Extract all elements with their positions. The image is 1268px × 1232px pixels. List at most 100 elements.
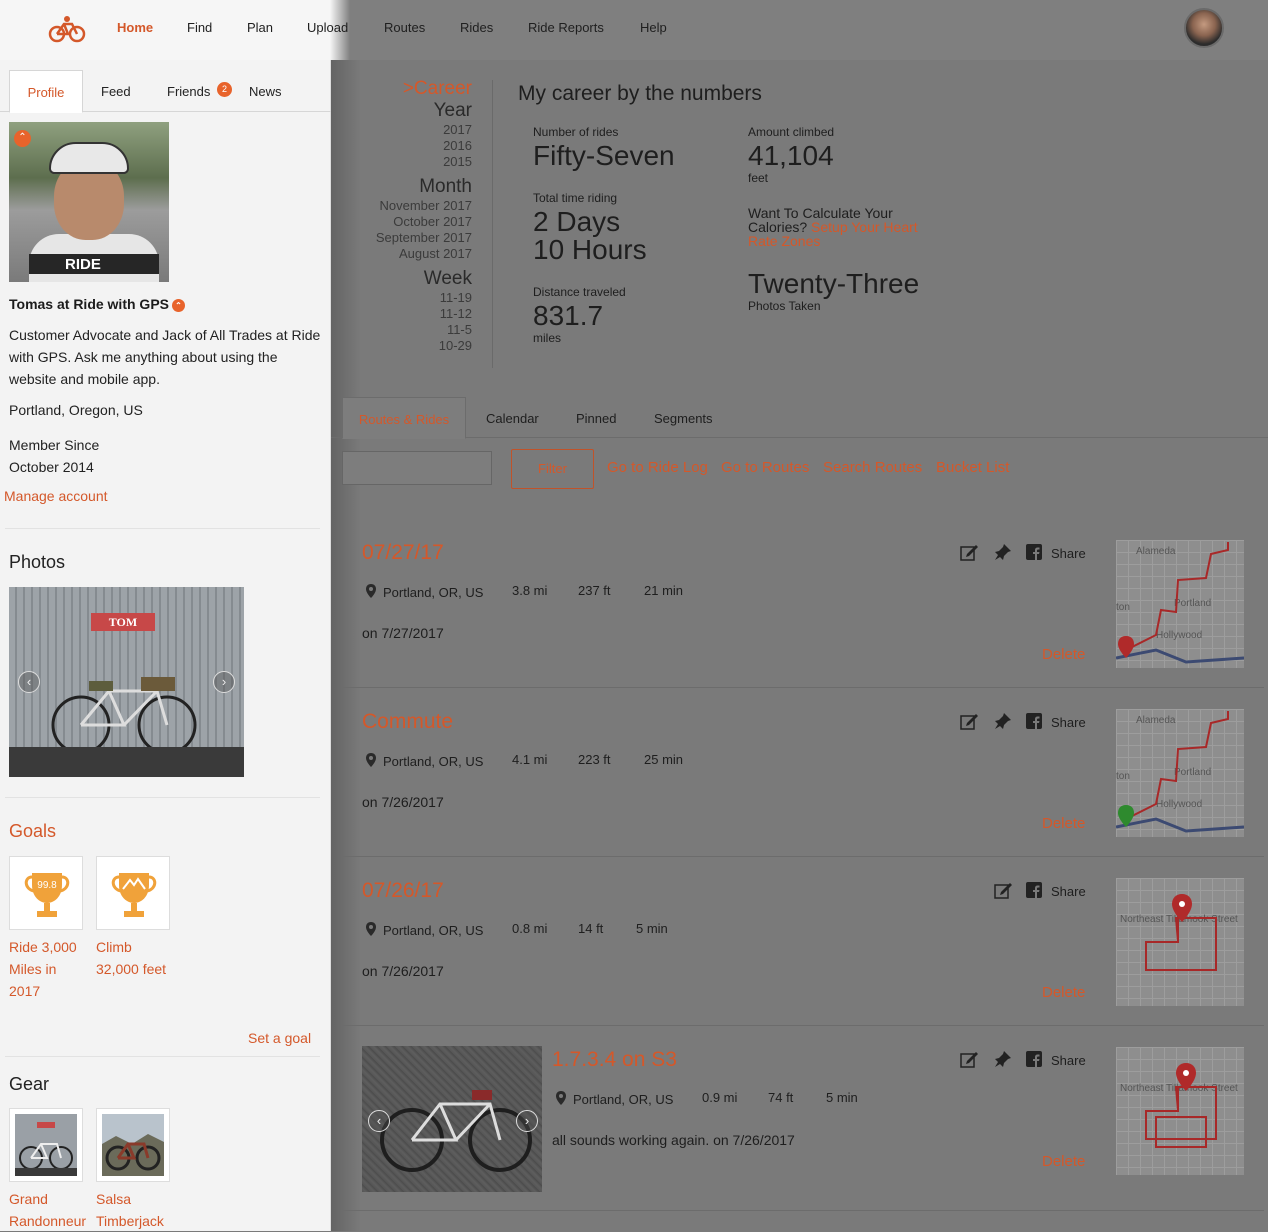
ride-title[interactable]: 07/27/17 <box>362 541 444 565</box>
search-routes-link[interactable]: Search Routes <box>823 459 922 476</box>
bicycle-photo-icon <box>380 1090 532 1172</box>
edit-icon[interactable] <box>960 1050 978 1068</box>
bucket-list-link[interactable]: Bucket List <box>936 459 1009 476</box>
photo-sign-text: TOM <box>91 613 155 631</box>
gear-salsa-timberjack-link[interactable]: Salsa Timberjack <box>96 1188 186 1232</box>
route-map-thumbnail[interactable]: Alameda Portland Hollywood ton <box>1116 540 1244 668</box>
premium-badge-icon: ⌃ <box>172 299 185 312</box>
week-item[interactable]: 10-29 <box>340 338 472 354</box>
month-item[interactable]: September 2017 <box>340 230 472 246</box>
gear-grand-randonneur-link[interactable]: Grand Randonneur <box>9 1188 99 1232</box>
week-item[interactable]: 11-5 <box>340 322 472 338</box>
week-item[interactable]: 11-12 <box>340 306 472 322</box>
mountain-bike-gear-icon <box>102 1114 164 1176</box>
nav-rides[interactable]: Rides <box>460 20 493 35</box>
ride-duration: 5 min <box>636 921 668 936</box>
facebook-icon[interactable] <box>1026 882 1044 900</box>
profile-photo[interactable]: RIDE ⌃ <box>9 122 169 282</box>
pin-icon[interactable] <box>994 712 1012 730</box>
ride-title[interactable]: 1.7.3.4 on S3 <box>552 1048 677 1072</box>
gear-card-grand-randonneur[interactable] <box>9 1108 83 1182</box>
year-item[interactable]: 2017 <box>340 122 472 138</box>
filter-input[interactable] <box>342 451 492 485</box>
climbed-value: 41,104 <box>748 140 834 171</box>
career-link[interactable]: >Career <box>340 78 472 100</box>
ride-row: ‹ › 1.7.3.4 on S3 Portland, OR, US 0.9 m… <box>342 1026 1264 1211</box>
goal-climb-link[interactable]: Climb 32,000 feet <box>96 936 176 980</box>
share-link[interactable]: Share <box>1051 884 1086 899</box>
year-item[interactable]: 2016 <box>340 138 472 154</box>
ride-location: Portland, OR, US <box>383 923 484 938</box>
tab-news[interactable]: News <box>249 70 282 112</box>
delete-link[interactable]: Delete <box>1042 984 1085 1001</box>
bicycle-logo-icon[interactable] <box>48 14 86 44</box>
ride-log-link[interactable]: Go to Ride Log <box>607 459 708 476</box>
share-link[interactable]: Share <box>1051 546 1086 561</box>
manage-account-link[interactable]: Manage account <box>4 488 108 504</box>
nav-ride-reports[interactable]: Ride Reports <box>528 20 604 35</box>
goal-card-ride[interactable]: 99.8 <box>9 856 83 930</box>
user-avatar[interactable] <box>1184 8 1224 48</box>
profile-name: Tomas at Ride with GPS ⌃ <box>9 296 185 312</box>
nav-home[interactable]: Home <box>117 20 153 35</box>
month-item[interactable]: October 2017 <box>340 214 472 230</box>
ride-title[interactable]: 07/26/17 <box>362 879 444 903</box>
photos-heading: Photos <box>9 552 66 572</box>
tab-pinned[interactable]: Pinned <box>576 411 616 426</box>
route-map-thumbnail[interactable]: Northeast Tillamook Street <box>1116 878 1244 1006</box>
share-link[interactable]: Share <box>1051 715 1086 730</box>
route-line-icon <box>1116 542 1244 664</box>
edit-icon[interactable] <box>960 543 978 561</box>
nav-find[interactable]: Find <box>187 20 212 35</box>
filter-button[interactable]: Filter <box>511 449 594 489</box>
delete-link[interactable]: Delete <box>1042 815 1085 832</box>
photo-prev-icon[interactable]: ‹ <box>368 1110 390 1132</box>
share-link[interactable]: Share <box>1051 1053 1086 1068</box>
delete-link[interactable]: Delete <box>1042 1153 1085 1170</box>
month-item[interactable]: August 2017 <box>340 246 472 262</box>
member-since-label: Member Since <box>9 437 100 453</box>
photo-prev-icon[interactable]: ‹ <box>18 671 40 693</box>
photo-next-icon[interactable]: › <box>213 671 235 693</box>
photo-next-icon[interactable]: › <box>516 1110 538 1132</box>
edit-icon[interactable] <box>994 881 1012 899</box>
tab-calendar[interactable]: Calendar <box>486 411 539 426</box>
photo-carousel[interactable]: TOM ‹ › <box>9 587 244 777</box>
gear-card-salsa-timberjack[interactable] <box>96 1108 170 1182</box>
year-item[interactable]: 2015 <box>340 154 472 170</box>
tab-feed[interactable]: Feed <box>101 70 131 112</box>
facebook-icon[interactable] <box>1026 1051 1044 1069</box>
nav-help[interactable]: Help <box>640 20 667 35</box>
week-item[interactable]: 11-19 <box>340 290 472 306</box>
distance-label: Distance traveled <box>533 285 626 299</box>
tab-segments[interactable]: Segments <box>654 411 713 426</box>
pin-icon[interactable] <box>994 1050 1012 1068</box>
ride-duration: 21 min <box>644 583 684 598</box>
ride-photo-thumbnail[interactable]: ‹ › <box>362 1046 542 1192</box>
tab-routes-rides[interactable]: Routes & Rides <box>342 397 466 439</box>
nav-plan[interactable]: Plan <box>247 20 273 35</box>
pin-icon[interactable] <box>994 543 1012 561</box>
rides-value: Fifty-Seven <box>533 140 675 171</box>
sidebar-tabs: Profile Feed Friends 2 News <box>0 70 331 113</box>
delete-link[interactable]: Delete <box>1042 646 1085 663</box>
trophy-mountain-icon <box>111 873 157 917</box>
top-navigation: Home Find Plan Upload Routes Rides Ride … <box>0 0 1268 60</box>
facebook-icon[interactable] <box>1026 713 1044 731</box>
facebook-icon[interactable] <box>1026 544 1044 562</box>
route-map-thumbnail[interactable]: Alameda Portland Hollywood ton <box>1116 709 1244 837</box>
tab-profile[interactable]: Profile <box>9 70 83 113</box>
nav-routes[interactable]: Routes <box>384 20 425 35</box>
set-goal-link[interactable]: Set a goal <box>248 1030 311 1046</box>
goal-card-climb[interactable] <box>96 856 170 930</box>
tab-friends[interactable]: Friends <box>167 70 210 112</box>
edit-icon[interactable] <box>960 712 978 730</box>
month-item[interactable]: November 2017 <box>340 198 473 214</box>
route-map-thumbnail[interactable]: Northeast Tillamook Street <box>1116 1047 1244 1175</box>
nav-upload[interactable]: Upload <box>307 20 348 35</box>
ride-title[interactable]: Commute <box>362 710 453 734</box>
goal-ride-link[interactable]: Ride 3,000 Miles in 2017 <box>9 936 89 1002</box>
routes-link[interactable]: Go to Routes <box>721 459 809 476</box>
goals-heading[interactable]: Goals <box>9 821 56 842</box>
ride-description: on 7/26/2017 <box>362 963 444 979</box>
